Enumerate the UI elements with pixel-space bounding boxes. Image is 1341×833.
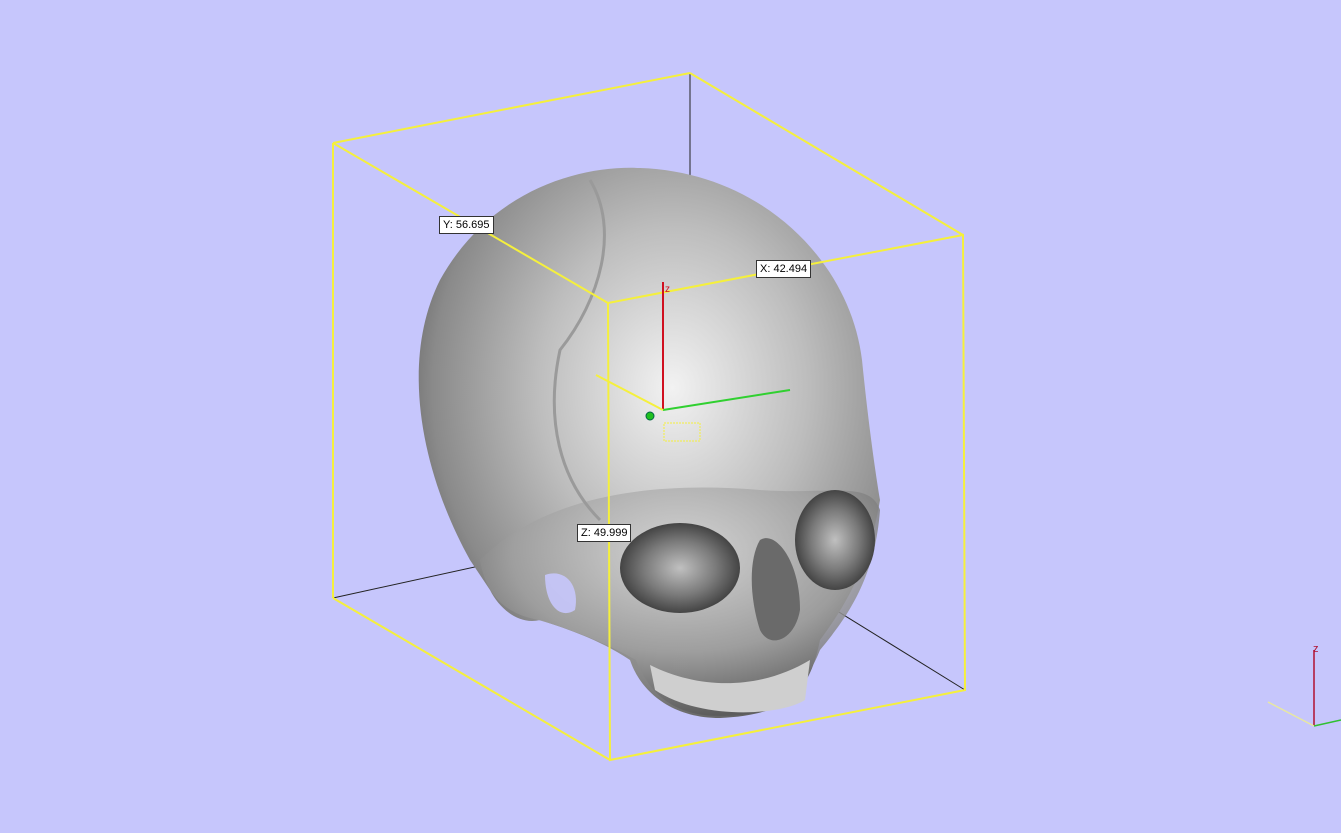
y-dimension-label: Y: 56.695 <box>439 216 494 234</box>
gizmo-z-label: z <box>1313 643 1319 655</box>
z-axis-label: z <box>665 284 670 295</box>
orientation-gizmo: z <box>1267 643 1341 727</box>
pivot-point <box>645 411 655 421</box>
skull-model[interactable] <box>418 167 880 718</box>
x-dimension-label: X: 42.494 <box>756 260 812 278</box>
z-dimension-label: Z: 49.999 <box>577 524 632 542</box>
3d-viewport[interactable]: z z <box>0 0 1341 833</box>
